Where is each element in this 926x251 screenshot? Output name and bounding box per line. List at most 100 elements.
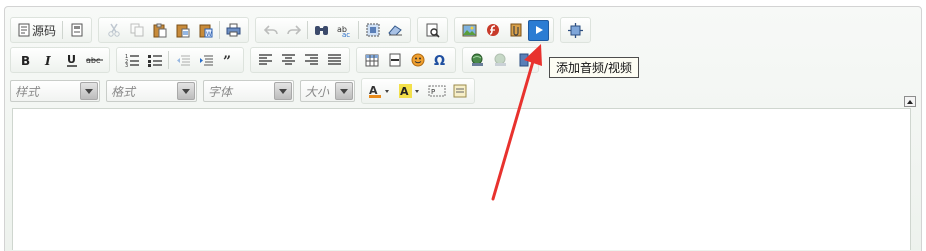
select-all-button[interactable]: [362, 20, 383, 41]
chevron-down-icon[interactable]: [274, 82, 292, 100]
toolbar-group-links: [462, 47, 539, 73]
justify-icon: [328, 54, 341, 66]
chevron-down-icon[interactable]: [335, 82, 353, 100]
anchor-icon: [519, 53, 529, 67]
source-button-label: 源码: [32, 23, 57, 38]
chevron-down-icon[interactable]: [80, 82, 98, 100]
svg-text:W: W: [206, 31, 212, 38]
toolbar-separator: [358, 21, 360, 39]
svg-text:3: 3: [125, 63, 128, 67]
copy-icon: [130, 23, 144, 37]
bullet-list-button[interactable]: [144, 50, 165, 71]
toolbar-separator: [307, 21, 309, 39]
smiley-icon: [411, 53, 425, 67]
editor-content-area[interactable]: [12, 108, 911, 250]
svg-text:ac: ac: [342, 31, 350, 37]
outdent-button[interactable]: [172, 50, 193, 71]
unlink-button[interactable]: [490, 50, 511, 71]
cut-icon: [107, 23, 121, 37]
toolbar-group-basic-styles: B I U abc: [10, 47, 110, 73]
special-char-button[interactable]: Ω: [430, 50, 451, 71]
page-break-button[interactable]: [449, 81, 470, 102]
replace-button[interactable]: ab ac: [334, 20, 355, 41]
paste-word-button[interactable]: W: [195, 20, 216, 41]
table-button[interactable]: [361, 50, 382, 71]
toolbar-separator: [219, 21, 221, 39]
show-blocks-icon: P: [428, 85, 446, 97]
toolbar-group-paragraph: 123 ”: [116, 47, 244, 73]
underline-button[interactable]: U: [61, 50, 82, 71]
unlink-icon: [493, 53, 508, 67]
image-button[interactable]: [459, 20, 480, 41]
video-button[interactable]: [528, 19, 550, 41]
align-left-button[interactable]: [255, 50, 276, 71]
flash-button[interactable]: [482, 20, 503, 41]
video-icon: [534, 25, 544, 35]
svg-text:A: A: [400, 85, 409, 98]
cut-button[interactable]: [103, 20, 124, 41]
paste-button[interactable]: [149, 20, 170, 41]
attachment-button[interactable]: [505, 20, 526, 41]
justify-button[interactable]: [324, 50, 345, 71]
toolbar-group-align: [250, 47, 350, 73]
blockquote-icon: ”: [223, 55, 235, 65]
numbered-list-button[interactable]: 123: [121, 50, 142, 71]
bold-button[interactable]: B: [15, 50, 36, 71]
undo-icon: [263, 24, 278, 36]
preview-button[interactable]: [422, 20, 443, 41]
show-blocks-button[interactable]: P: [426, 81, 447, 102]
source-button[interactable]: 源码: [15, 20, 59, 41]
bg-color-button[interactable]: A: [396, 81, 424, 102]
collapse-arrow-icon: [907, 99, 913, 104]
toolbar-row-3: 样式 格式 字体 大小 A A P: [10, 78, 481, 104]
paste-text-button[interactable]: [172, 20, 193, 41]
find-icon: [314, 23, 329, 37]
template-button[interactable]: [66, 20, 87, 41]
outdent-icon: [176, 54, 190, 67]
image-icon: [462, 24, 477, 37]
undo-button[interactable]: [260, 20, 281, 41]
toolbar-separator: [62, 21, 64, 39]
align-right-icon: [305, 54, 318, 66]
paste-icon: [153, 23, 167, 38]
toolbar-group-clipboard: W: [98, 17, 250, 43]
format-combo[interactable]: 格式: [106, 80, 197, 102]
redo-icon: [286, 24, 301, 36]
redo-button[interactable]: [283, 20, 304, 41]
svg-text:P: P: [431, 88, 435, 96]
find-button[interactable]: [311, 20, 332, 41]
italic-button[interactable]: I: [38, 50, 59, 71]
bg-color-icon: A: [399, 84, 421, 98]
maximize-button[interactable]: [565, 20, 586, 41]
align-center-button[interactable]: [278, 50, 299, 71]
blockquote-button[interactable]: ”: [218, 50, 239, 71]
link-button[interactable]: [467, 50, 488, 71]
page-break-icon: [453, 84, 467, 98]
size-combo[interactable]: 大小: [300, 80, 355, 102]
indent-button[interactable]: [195, 50, 216, 71]
copy-button[interactable]: [126, 20, 147, 41]
smiley-button[interactable]: [407, 50, 428, 71]
style-combo[interactable]: 样式: [10, 80, 100, 102]
align-left-icon: [259, 54, 272, 66]
flash-icon: [486, 23, 500, 37]
chevron-down-icon[interactable]: [177, 82, 195, 100]
paste-text-icon: [176, 23, 190, 38]
toolbar-group-tools: [560, 17, 592, 43]
svg-text:Ω: Ω: [434, 54, 445, 67]
anchor-button[interactable]: [513, 50, 534, 71]
preview-icon: [426, 23, 440, 38]
horizontal-rule-button[interactable]: [384, 50, 405, 71]
toolbar-group-insert: [454, 17, 555, 43]
align-right-button[interactable]: [301, 50, 322, 71]
collapse-toolbar-button[interactable]: [904, 96, 916, 107]
text-color-button[interactable]: A: [366, 81, 394, 102]
numbered-list-icon: 123: [125, 53, 139, 67]
font-combo[interactable]: 字体: [203, 80, 294, 102]
strike-button[interactable]: abc: [84, 50, 105, 71]
underline-icon: U: [66, 53, 78, 67]
print-button[interactable]: [223, 20, 244, 41]
paste-word-icon: W: [199, 23, 213, 38]
attachment-icon: [510, 23, 522, 37]
remove-format-button[interactable]: [385, 20, 406, 41]
